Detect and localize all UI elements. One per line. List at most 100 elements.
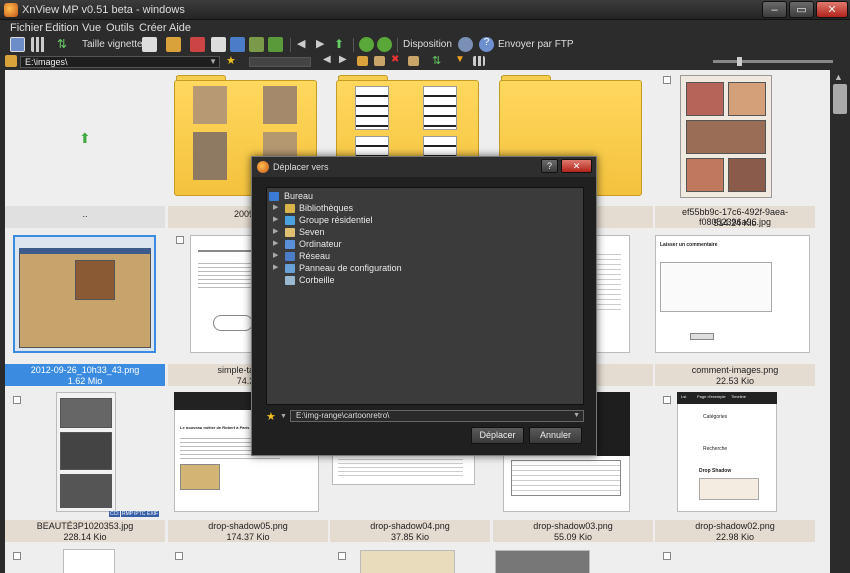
nav-forward-icon[interactable]: ▶ bbox=[339, 54, 354, 69]
item-checkbox[interactable] bbox=[338, 552, 346, 560]
quick-filter-input[interactable] bbox=[249, 57, 311, 67]
expand-arrow-icon[interactable]: ▶ bbox=[273, 263, 278, 271]
comic-panel bbox=[60, 398, 112, 428]
zoom-slider-thumb[interactable] bbox=[737, 57, 742, 66]
item-checkbox[interactable] bbox=[176, 236, 184, 244]
menu-fichier[interactable]: Fichier bbox=[10, 22, 43, 34]
expand-arrow-icon[interactable]: ▶ bbox=[273, 227, 278, 235]
list-item[interactable]: ⬆ .. bbox=[5, 70, 165, 230]
delete-icon[interactable]: ✖ bbox=[391, 54, 406, 69]
comic-panel bbox=[686, 158, 724, 192]
item-size: 55.09 Kio bbox=[553, 532, 593, 542]
chevron-down-icon[interactable]: ▼ bbox=[209, 57, 217, 67]
nav-back-icon[interactable]: ◀ bbox=[323, 54, 338, 69]
vertical-scrollbar[interactable]: ▲ bbox=[830, 70, 850, 573]
copy-icon[interactable] bbox=[374, 56, 385, 66]
close-button[interactable]: ✕ bbox=[816, 1, 848, 18]
item-name: comment-images.png bbox=[691, 365, 779, 375]
dialog-help-button[interactable]: ? bbox=[541, 159, 558, 173]
menu-aide[interactable]: Aide bbox=[169, 22, 191, 34]
shadow-box-preview bbox=[511, 460, 621, 496]
address-path-text: E:\images\ bbox=[25, 57, 68, 67]
grid-view-icon[interactable] bbox=[31, 37, 46, 52]
folder-tree[interactable]: Bureau ▶ Bibliothèques ▶ Groupe résident… bbox=[266, 187, 584, 405]
item-checkbox[interactable] bbox=[13, 552, 21, 560]
address-path-field[interactable]: E:\images\ ▼ bbox=[20, 56, 220, 68]
rotate-left-icon[interactable] bbox=[359, 37, 374, 52]
sort-icon[interactable]: ⇅ bbox=[57, 37, 72, 52]
scroll-up-icon[interactable]: ▲ bbox=[834, 72, 843, 82]
open-folder-icon[interactable] bbox=[357, 56, 368, 66]
minimize-button[interactable]: – bbox=[762, 1, 787, 18]
item-size: 228.14 Kio bbox=[63, 532, 107, 542]
thumbnail-icon[interactable] bbox=[142, 37, 157, 52]
comic-panel bbox=[728, 158, 766, 192]
item-name: 2012-09-26_10h33_43.png bbox=[30, 365, 140, 375]
expand-arrow-icon[interactable]: ▶ bbox=[273, 239, 278, 247]
shadow-box-preview bbox=[699, 478, 759, 500]
move-icon[interactable] bbox=[408, 56, 419, 66]
item-checkbox[interactable] bbox=[663, 396, 671, 404]
folder-options-icon[interactable] bbox=[166, 37, 181, 52]
move-button[interactable]: Déplacer bbox=[471, 427, 524, 444]
exif-badge: EXIF bbox=[146, 511, 160, 517]
expand-arrow-icon[interactable]: ▶ bbox=[273, 203, 278, 211]
window-title: XnView MP v0.51 beta - windows bbox=[22, 4, 185, 16]
favorites-star-icon[interactable]: ★ bbox=[226, 54, 241, 69]
item-checkbox[interactable] bbox=[175, 552, 183, 560]
list-item[interactable]: CCI RMP IPTC EXIF BEAUTÉ3P1020353.jpg 22… bbox=[5, 390, 165, 550]
item-checkbox[interactable] bbox=[663, 76, 671, 84]
settings-gear-icon[interactable] bbox=[458, 37, 473, 52]
fullscreen-icon[interactable] bbox=[10, 37, 25, 52]
user-folder-icon bbox=[285, 228, 295, 237]
scrollbar-thumb[interactable] bbox=[833, 84, 847, 114]
nav-item: Timeline bbox=[731, 394, 746, 399]
parent-folder-icon[interactable]: ⬆ bbox=[334, 37, 349, 52]
chevron-down-icon[interactable]: ▼ bbox=[280, 413, 287, 420]
zoom-slider-track[interactable] bbox=[713, 60, 833, 63]
export-icon[interactable] bbox=[268, 37, 283, 52]
maximize-button[interactable]: ▭ bbox=[789, 1, 814, 18]
item-size: 174.37 Kio bbox=[226, 532, 270, 542]
filter-funnel-icon[interactable]: ▼ bbox=[455, 54, 470, 69]
sort-order-icon[interactable]: ⇅ bbox=[432, 54, 447, 69]
cancel-button[interactable]: Annuler bbox=[529, 427, 582, 444]
item-size: 514.24 Kio bbox=[713, 218, 757, 228]
expand-arrow-icon[interactable]: ▶ bbox=[273, 251, 278, 259]
list-item[interactable]: Lst Page d'exemple Timeline Catégories R… bbox=[655, 390, 815, 550]
back-arrow-icon[interactable]: ◀ bbox=[297, 37, 312, 52]
item-name: .. bbox=[82, 209, 88, 219]
comic-panel bbox=[686, 120, 766, 154]
forward-arrow-icon[interactable]: ▶ bbox=[316, 37, 331, 52]
view-mode-icon[interactable] bbox=[473, 56, 485, 66]
ftp-button[interactable]: Envoyer par FTP bbox=[498, 39, 574, 50]
folder-preview-image bbox=[355, 86, 389, 130]
scan-icon[interactable] bbox=[230, 37, 245, 52]
filter-icon[interactable] bbox=[190, 37, 205, 52]
expand-arrow-icon[interactable]: ▶ bbox=[273, 215, 278, 223]
destination-path-field[interactable]: E:\img-range\cartoonretro\ ▼ bbox=[290, 410, 584, 422]
dialog-title: Déplacer vers bbox=[273, 162, 329, 172]
xnview-window: XnView MP v0.51 beta - windows – ▭ ✕ Fic… bbox=[0, 0, 850, 573]
menu-creer[interactable]: Créer bbox=[139, 22, 167, 34]
list-item[interactable]: ef55bb9c-17c6-492f-9aea-f08052396a96.jpg… bbox=[655, 70, 815, 230]
item-checkbox[interactable] bbox=[13, 396, 21, 404]
thumb-size-label[interactable]: Taille vignette bbox=[82, 39, 143, 50]
chevron-down-icon[interactable]: ▼ bbox=[573, 411, 580, 421]
toolbar-separator bbox=[290, 38, 291, 52]
list-item[interactable]: 2012-09-26_10h33_43.png 1.62 Mio bbox=[5, 230, 165, 390]
layout-button[interactable]: Disposition bbox=[403, 39, 452, 50]
menu-outils[interactable]: Outils bbox=[106, 22, 134, 34]
menu-edition[interactable]: Edition bbox=[45, 22, 79, 34]
favorites-star-icon[interactable]: ★ bbox=[266, 410, 276, 423]
thumbnail-image bbox=[63, 549, 115, 573]
list-item[interactable]: Laisser un commentaire comment-images.pn… bbox=[655, 230, 815, 390]
dialog-close-button[interactable]: ✕ bbox=[561, 159, 592, 173]
menu-vue[interactable]: Vue bbox=[82, 22, 101, 34]
item-checkbox[interactable] bbox=[663, 552, 671, 560]
help-icon[interactable]: ? bbox=[479, 37, 494, 52]
rotate-right-icon[interactable] bbox=[377, 37, 392, 52]
print-icon[interactable] bbox=[211, 37, 226, 52]
tree-item-label: Panneau de configuration bbox=[299, 263, 402, 273]
slideshow-icon[interactable] bbox=[249, 37, 264, 52]
